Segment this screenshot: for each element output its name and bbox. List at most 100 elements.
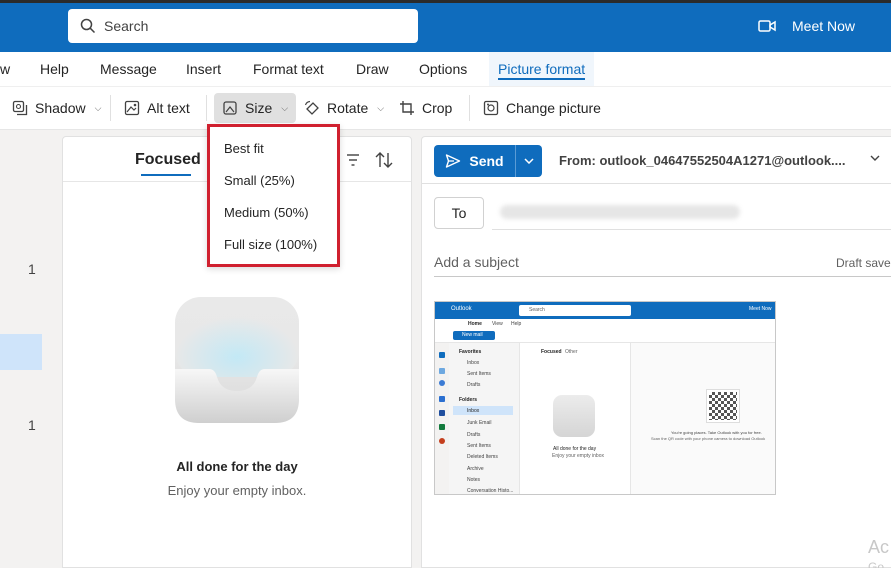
size-option-best-fit[interactable]: Best fit <box>224 141 264 156</box>
tab-options[interactable]: Options <box>419 52 467 86</box>
thumb-search: Search <box>519 305 631 316</box>
meet-now-button[interactable]: Meet Now <box>758 10 855 42</box>
thumb-empty-illustration <box>553 395 595 437</box>
header-divider <box>422 183 891 184</box>
menu-bar: w Help Message Insert Format text Draw O… <box>0 52 891 86</box>
rotate-label: Rotate <box>327 100 369 116</box>
thumb-folder: Inbox <box>467 408 480 414</box>
thumb-favorites: Favorites <box>459 349 482 355</box>
send-icon <box>446 154 461 168</box>
alt-text-icon <box>124 100 140 116</box>
send-options-button[interactable] <box>516 145 542 177</box>
tab-insert[interactable]: Insert <box>186 52 221 86</box>
thumb-focused: Focused <box>541 349 562 355</box>
thumb-new-mail-text: New mail <box>462 332 483 338</box>
calendar-icon <box>439 368 445 374</box>
size-dropdown-menu: Best fit Small (25%) Medium (50%) Full s… <box>207 124 340 267</box>
to-button[interactable]: To <box>434 197 484 229</box>
thumb-qr-line2: Scan the QR code with your phone camera … <box>651 436 766 441</box>
send-button[interactable]: Send <box>434 145 516 177</box>
thumb-other: Other <box>565 349 578 355</box>
shadow-label: Shadow <box>35 100 86 116</box>
thumb-app-name: Outlook <box>451 306 472 312</box>
thumb-empty-sub: Enjoy your empty inbox <box>552 453 604 459</box>
thumb-qr-line1: You're going places. Take Outlook with y… <box>671 430 762 435</box>
size-label: Size <box>245 100 273 116</box>
tab-draw[interactable]: Draw <box>356 52 389 86</box>
search-box[interactable]: Search <box>68 9 418 43</box>
empty-state-title: All done for the day <box>176 459 298 474</box>
crop-icon <box>400 101 414 115</box>
watermark-line: Ac <box>868 537 890 557</box>
empty-state-subtitle: Enjoy your empty inbox. <box>167 483 307 498</box>
thumb-folder-pane <box>449 343 519 494</box>
thumb-folder: Sent Items <box>467 371 491 377</box>
to-underline <box>492 229 891 230</box>
from-field[interactable]: From: outlook_04647552504A1271@outlook..… <box>559 153 846 168</box>
activation-watermark: Ac Go <box>868 537 889 568</box>
ribbon-divider <box>206 95 207 121</box>
empty-inbox-illustration <box>175 297 299 423</box>
word-icon <box>439 410 445 416</box>
selected-folder-item[interactable] <box>0 334 42 370</box>
change-picture-button[interactable]: Change picture <box>483 87 601 129</box>
chevron-down-icon: ⌵ <box>377 102 385 113</box>
to-label: To <box>451 205 467 221</box>
ribbon-divider <box>110 95 111 121</box>
size-button[interactable]: Size ⌵ <box>214 93 297 123</box>
thumb-search-text: Search <box>529 307 545 313</box>
tab-help[interactable]: Help <box>40 52 69 86</box>
draft-status: Draft saved <box>836 256 891 270</box>
focused-tab-indicator <box>141 174 191 176</box>
thumb-folder: Archive <box>467 466 484 472</box>
thumb-tab: View <box>492 321 503 327</box>
thumb-app-rail <box>435 343 449 494</box>
tab-focused[interactable]: Focused <box>135 151 201 169</box>
change-picture-label: Change picture <box>506 100 601 116</box>
meet-now-label: Meet Now <box>792 18 856 34</box>
search-icon <box>80 18 96 34</box>
subject-input[interactable]: Add a subject <box>434 254 519 270</box>
size-option-small[interactable]: Small (25%) <box>224 173 295 188</box>
size-icon <box>223 101 237 115</box>
thumb-folder: Inbox <box>467 360 480 366</box>
inserted-image[interactable]: Outlook Search Meet Now Home View Help N… <box>434 301 776 495</box>
tab-view[interactable]: w <box>0 52 10 86</box>
chevron-down-icon: ⌵ <box>94 102 102 113</box>
thumb-folder: Deleted Items <box>467 454 498 460</box>
shadow-icon <box>12 100 28 116</box>
alt-text-button[interactable]: Alt text <box>124 87 190 129</box>
size-option-full-size[interactable]: Full size (100%) <box>224 237 317 252</box>
sort-icon[interactable] <box>374 150 394 170</box>
tab-message[interactable]: Message <box>100 52 157 86</box>
search-placeholder: Search <box>104 18 149 34</box>
tab-picture-format[interactable]: Picture format <box>489 52 595 86</box>
send-label: Send <box>469 153 504 169</box>
todo-icon <box>439 396 445 402</box>
thumb-tab: Help <box>511 321 522 327</box>
rotate-icon <box>304 100 319 115</box>
crop-button[interactable]: Crop <box>399 87 452 129</box>
watermark-line: Go <box>868 560 885 568</box>
ribbon-toolbar: Shadow ⌵ Alt text Size ⌵ Rotate ⌵ Crop C… <box>0 86 891 130</box>
thumb-folder: Drafts <box>467 382 481 388</box>
change-picture-icon <box>483 100 499 116</box>
chevron-down-icon[interactable] <box>870 155 880 161</box>
thumb-meet-now: Meet Now <box>749 306 772 312</box>
shadow-button[interactable]: Shadow ⌵ <box>12 87 101 129</box>
thumb-folder: Junk Email <box>467 420 492 426</box>
ribbon-divider <box>469 95 470 121</box>
chevron-down-icon <box>524 158 534 164</box>
alt-text-label: Alt text <box>147 100 190 116</box>
people-icon <box>439 380 445 386</box>
tab-format-text[interactable]: Format text <box>253 52 324 86</box>
excel-icon <box>439 424 445 430</box>
filter-icon[interactable] <box>345 153 361 167</box>
chevron-down-icon: ⌵ <box>281 102 289 113</box>
size-option-medium[interactable]: Medium (50%) <box>224 205 309 220</box>
recipient-redacted <box>500 205 740 219</box>
video-camera-icon <box>758 20 776 32</box>
rotate-button[interactable]: Rotate ⌵ <box>304 87 384 129</box>
thumb-selected-folder <box>453 406 513 415</box>
send-button-group: Send <box>434 145 542 177</box>
